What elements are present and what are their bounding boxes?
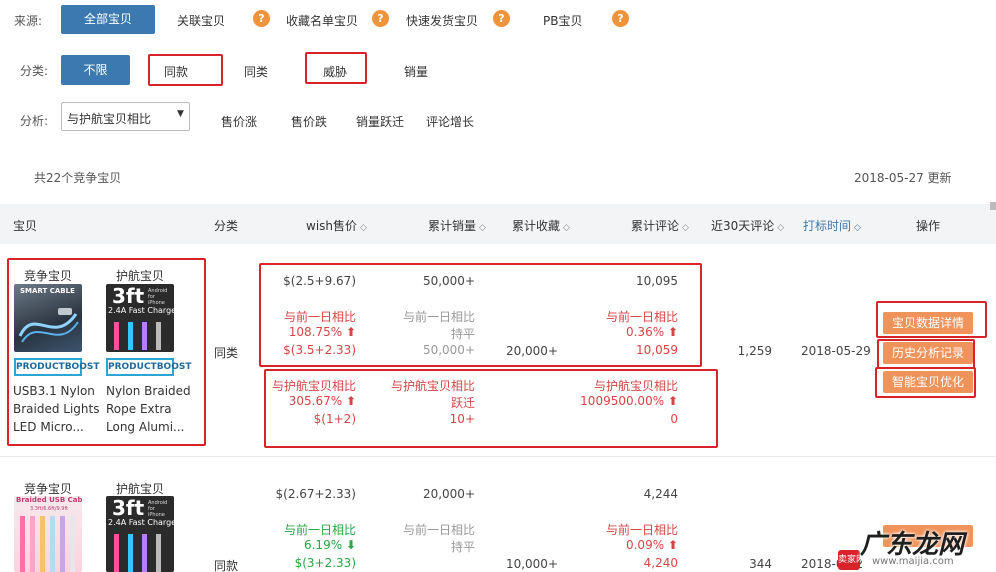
header-favorites[interactable]: 累计收藏 ◇ [512,217,570,234]
header-reviews30-label: 近30天评论 [711,219,775,233]
update-time: 2018-05-27 更新 [854,171,952,185]
category-label: 分类: [20,64,49,78]
source-option-all[interactable]: 全部宝贝 [61,5,155,34]
sales-status: 持平 [450,540,475,554]
header-product: 宝贝 [13,219,38,233]
analysis-label: 分析: [20,114,49,128]
price-prev: $(3+2.33) [294,556,356,570]
highlight-box [875,367,976,398]
reviews30-value: 1,259 [737,344,772,358]
help-icon[interactable]: ? [253,10,270,27]
cables-graphic [20,516,75,572]
analysis-select-value: 与护航宝贝相比 [67,112,152,126]
sort-icon: ◇ [563,223,570,233]
highlight-box [876,301,987,338]
highlight-box [259,263,702,367]
competitor-image-text: Braided USB Cable [16,496,82,504]
favorites-value: 10,000+ [505,557,558,571]
arrow-up-icon: ⬆ [667,538,678,552]
competitor-label: 竞争宝贝 [24,482,73,496]
sales-compare-label: 与前一日相比 [402,523,475,537]
analysis-option-sales-jump[interactable]: 销量跃迁 [356,113,404,130]
sales-value: 20,000+ [422,487,475,501]
cables-graphic [114,534,161,572]
price-value: $(2.67+2.33) [275,487,357,501]
reviews-prev: 4,240 [643,556,678,570]
category-option-sales[interactable]: 销量 [404,63,428,80]
analysis-option-review-growth[interactable]: 评论增长 [426,113,474,130]
price-change: 6.19% ⬇ [270,538,356,552]
help-icon[interactable]: ? [493,10,510,27]
header-reviews-label: 累计评论 [631,219,680,233]
watermark-url: www.maijia.com [872,556,954,567]
header-category: 分类 [214,219,239,233]
row-divider [0,456,996,457]
sort-icon: ◇ [777,223,785,233]
arrow-down-icon: ⬇ [345,538,356,552]
header-sales-label: 累计销量 [428,219,477,233]
header-price[interactable]: wish售价 ◇ [306,217,367,234]
reviews-pct: 0.09% [625,538,665,552]
header-favorites-label: 累计收藏 [512,219,561,233]
highlight-box [264,369,718,448]
header-price-label: wish售价 [306,219,358,233]
watermark-logo: 卖家网 [838,550,865,570]
caret-down-icon: ▼ [177,109,184,119]
category-option-similar[interactable]: 同类 [244,63,268,80]
sort-icon: ◇ [360,223,367,233]
help-icon[interactable]: ? [372,10,389,27]
mark-time-value: 2018-05-29 [801,344,871,358]
reviews-change: 0.09% ⬆ [580,538,678,552]
analysis-option-price-up[interactable]: 售价涨 [221,113,257,130]
sort-icon: ◇ [479,223,486,233]
competitor-product-image[interactable]: Braided USB Cable 3.3ft/6.6ft/9.9ft [14,496,82,572]
analysis-option-price-down[interactable]: 售价跌 [291,113,327,130]
competitor-count: 共22个竞争宝贝 [34,171,122,185]
highlight-box [148,54,223,86]
header-mark-time[interactable]: 打标时间 ◇ [803,217,861,234]
escort-label: 护航宝贝 [116,482,165,496]
day-compare-label: 与前一日相比 [283,523,356,537]
escort-product-image[interactable]: 3ft Android for iPhone 2.4A Fast Charger [106,496,174,572]
highlight-box [7,258,206,446]
escort-image-sub: 2.4A Fast Charger [108,518,174,527]
sort-icon: ◇ [682,223,689,233]
price-pct: 6.19% [303,538,343,552]
analysis-select[interactable]: 与护航宝贝相比 ▼ [61,102,190,131]
help-icon[interactable]: ? [612,10,629,27]
escort-image-small: Android for iPhone [148,500,168,518]
source-option-related[interactable]: 关联宝贝 [177,12,225,29]
source-option-favorites[interactable]: 收藏名单宝贝 [286,12,358,29]
row-category: 同款 [214,559,239,572]
header-reviews30[interactable]: 近30天评论 ◇ [711,217,784,234]
scrollbar-thumb[interactable] [990,202,996,210]
header-actions: 操作 [916,219,941,233]
reviews30-value: 344 [749,557,772,571]
category-option-all[interactable]: 不限 [61,55,130,85]
row-category: 同类 [214,346,239,360]
escort-image-big: 3ft [112,496,145,520]
reviews-compare-label: 与前一日相比 [605,523,678,537]
reviews-value: 4,244 [643,487,678,501]
source-label: 来源: [14,14,43,28]
highlight-box [877,339,975,369]
header-mark-time-label: 打标时间 [803,219,852,233]
highlight-box [305,52,367,84]
header-reviews[interactable]: 累计评论 ◇ [631,217,689,234]
sort-icon: ◇ [854,223,861,233]
source-option-pb[interactable]: PB宝贝 [543,12,582,29]
source-option-fast-ship[interactable]: 快速发货宝贝 [406,12,478,29]
header-sales[interactable]: 累计销量 ◇ [428,217,486,234]
